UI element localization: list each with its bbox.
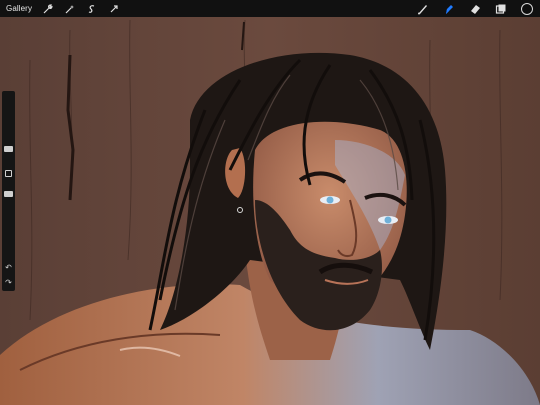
right-tool-group — [404, 0, 534, 17]
brush-size-slider[interactable] — [4, 146, 13, 152]
side-controls: ↶ ↷ — [2, 91, 15, 291]
selection-icon[interactable] — [86, 3, 98, 15]
wrench-icon[interactable] — [42, 3, 54, 15]
magic-wand-icon[interactable] — [64, 3, 76, 15]
top-toolbar: Gallery — [0, 0, 540, 17]
color-swatch — [521, 2, 533, 15]
modify-button[interactable] — [5, 170, 12, 177]
redo-icon[interactable]: ↷ — [4, 278, 13, 287]
gallery-button[interactable]: Gallery — [6, 4, 32, 13]
smudge-icon[interactable] — [442, 2, 456, 16]
eraser-icon[interactable] — [468, 2, 482, 16]
artwork-illustration — [0, 0, 540, 405]
drawing-canvas[interactable] — [0, 0, 540, 405]
opacity-slider[interactable] — [4, 191, 13, 197]
brush-icon[interactable] — [416, 2, 430, 16]
layers-icon[interactable] — [494, 2, 508, 16]
transform-arrow-icon[interactable] — [108, 3, 120, 15]
color-picker-button[interactable] — [520, 2, 534, 16]
undo-icon[interactable]: ↶ — [4, 263, 13, 272]
